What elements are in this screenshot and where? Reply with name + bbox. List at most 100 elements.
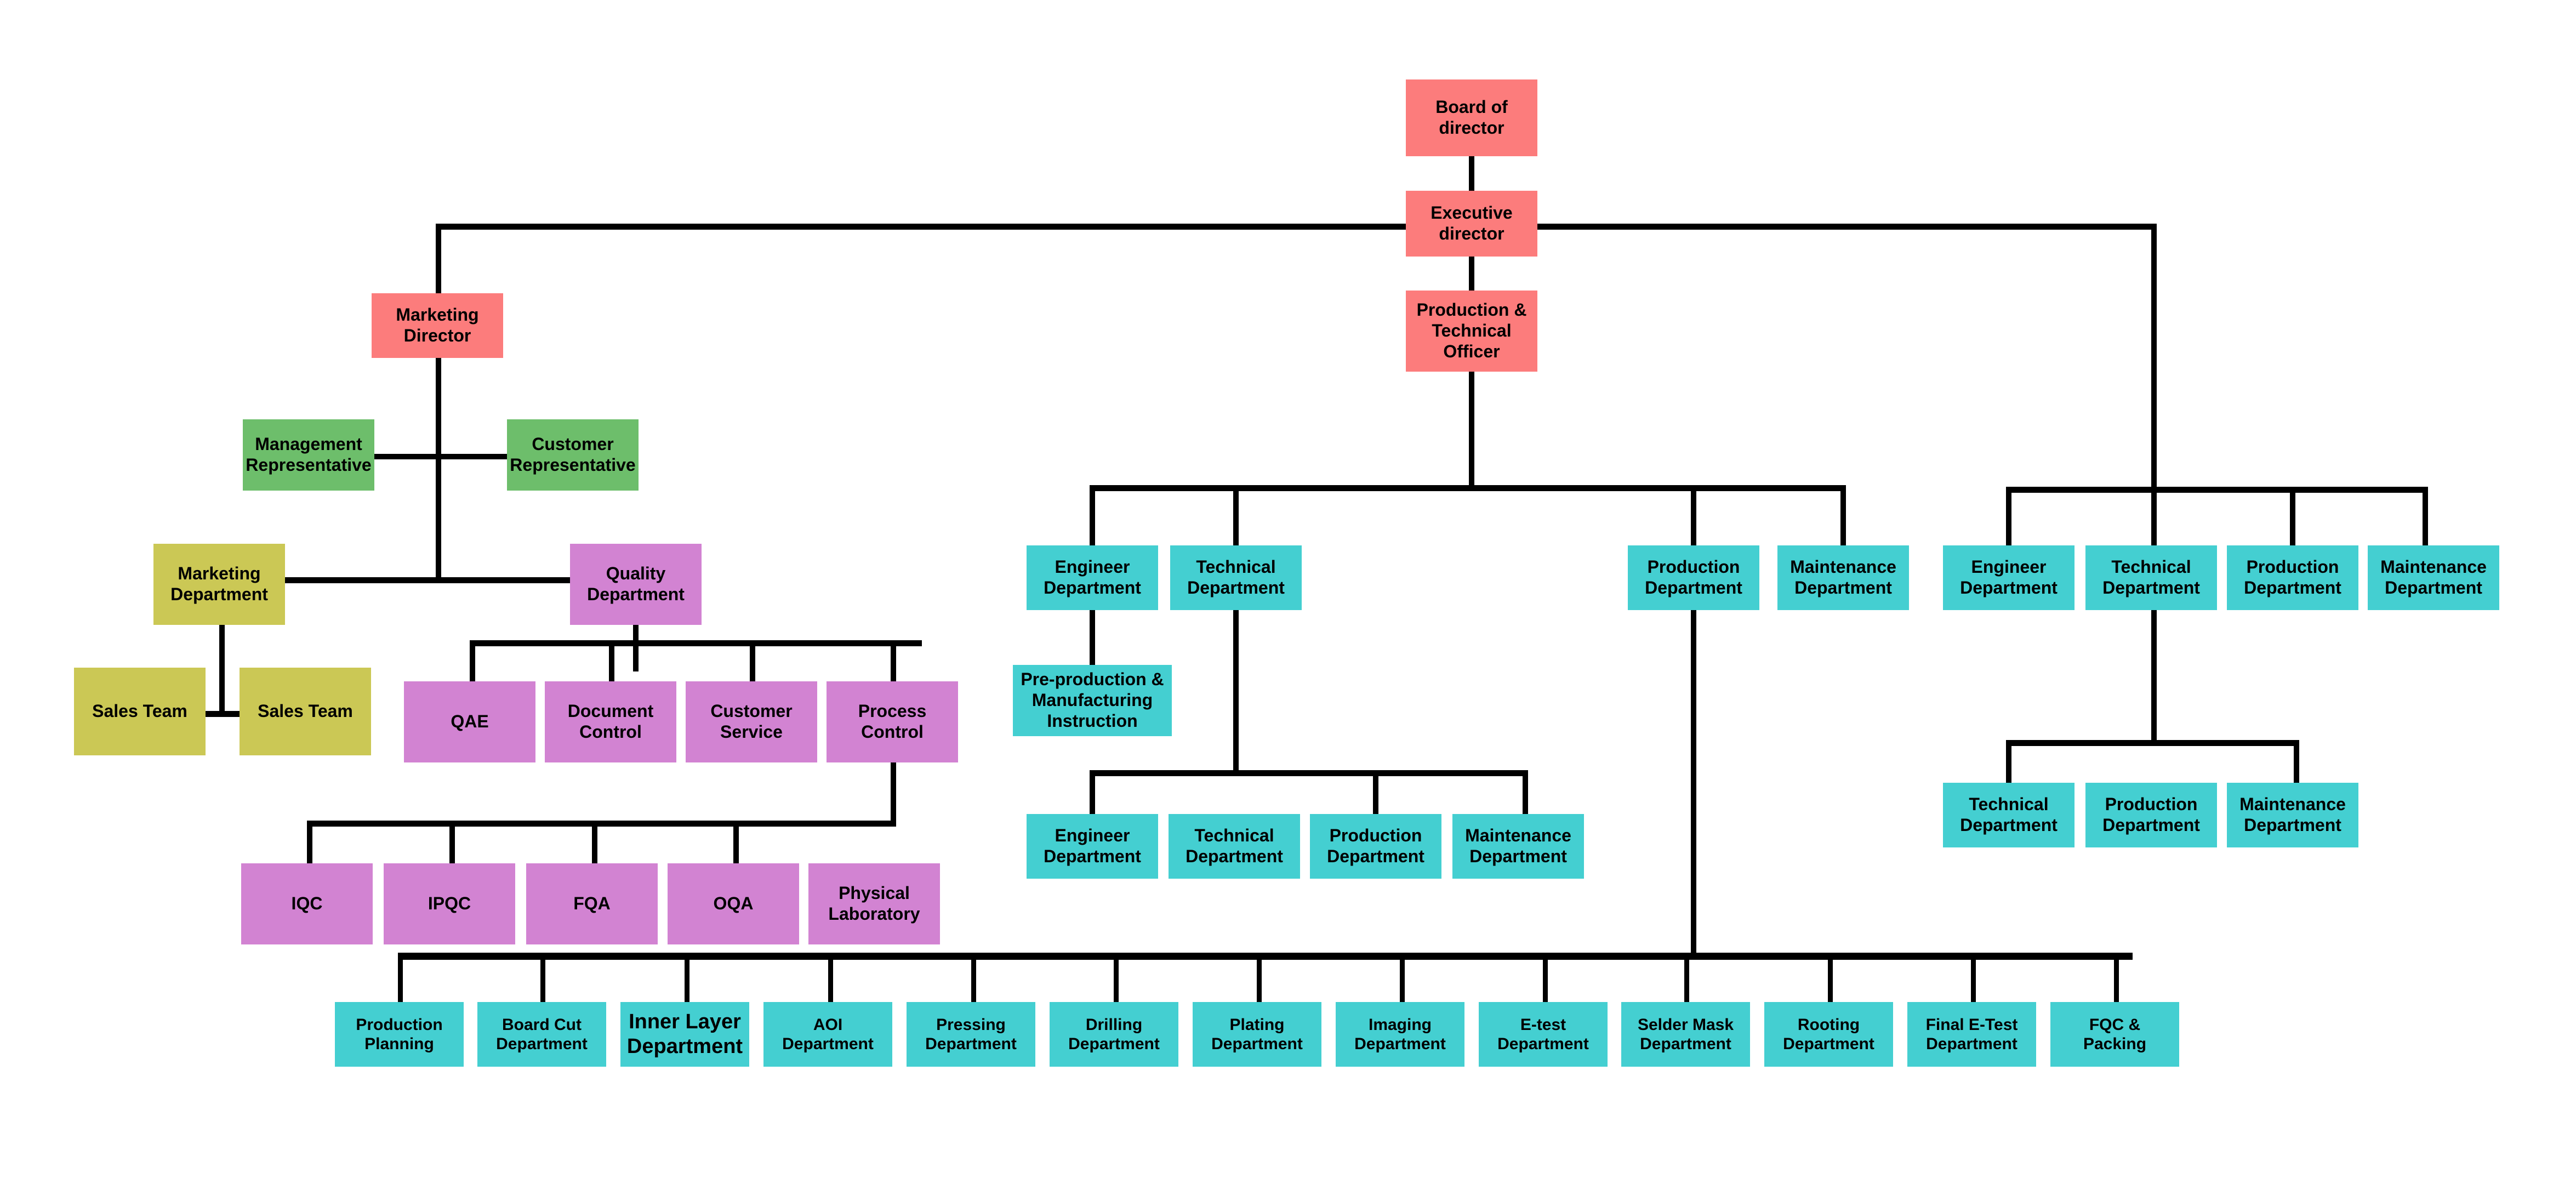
connector-drop-iqc (307, 821, 312, 864)
node-oqa[interactable]: OQA (668, 863, 799, 944)
node-label: OQA (713, 893, 754, 914)
node-sales-team-left[interactable]: Sales Team (74, 668, 206, 755)
node-final-etest-department[interactable]: Final E-Test Department (1907, 1002, 2036, 1067)
node-right-engineer-department[interactable]: Engineer Department (1943, 545, 2075, 610)
connector-drop-mid-sub-production (1373, 770, 1378, 814)
node-sales-team-right[interactable]: Sales Team (240, 668, 371, 755)
node-label: Maintenance Department (2380, 557, 2487, 597)
node-label: Board of director (1435, 97, 1508, 138)
node-label: Production Department (2244, 557, 2341, 597)
connector-executive-to-pto (1469, 255, 1474, 291)
connector-drop-imaging (1400, 953, 1405, 1003)
node-marketing-director[interactable]: Marketing Director (372, 293, 503, 358)
node-aoi-department[interactable]: AOI Department (763, 1002, 892, 1067)
org-chart-canvas: Board of director Executive director Pro… (0, 0, 2576, 1184)
node-label: Management Representative (246, 434, 372, 475)
node-customer-service[interactable]: Customer Service (686, 681, 817, 762)
node-mid-technical-department[interactable]: Technical Department (1170, 545, 1302, 610)
node-plating-department[interactable]: Plating Department (1193, 1002, 1321, 1067)
connector-pto-bus (1090, 485, 1846, 491)
node-label: Final E-Test Department (1925, 1015, 2018, 1053)
node-document-control[interactable]: Document Control (545, 681, 676, 762)
node-label: Executive director (1431, 203, 1513, 243)
node-right-sub-technical-department[interactable]: Technical Department (1943, 783, 2075, 847)
connector-drop-inner-layer (685, 953, 689, 1003)
connector-drop-right-engineer (2006, 487, 2011, 546)
node-pre-production-manufacturing-instruction[interactable]: Pre-production & Manufacturing Instructi… (1013, 665, 1172, 736)
connector-pto-down (1469, 370, 1474, 489)
node-imaging-department[interactable]: Imaging Department (1336, 1002, 1464, 1067)
node-rooting-department[interactable]: Rooting Department (1764, 1002, 1893, 1067)
node-label: Physical Laboratory (828, 883, 920, 924)
connector-drop-right-technical (2151, 487, 2157, 546)
node-fqa[interactable]: FQA (526, 863, 658, 944)
node-label: E-test Department (1497, 1015, 1589, 1053)
node-label: AOI Department (782, 1015, 874, 1053)
node-label: Engineer Department (1044, 826, 1141, 866)
node-board-cut-department[interactable]: Board Cut Department (477, 1002, 606, 1067)
connector-drop-right-sub-technical (2006, 740, 2011, 784)
connector-drop-right-sub-maintenance (2294, 740, 2299, 784)
connector-drop-board-cut (540, 953, 545, 1003)
node-mid-sub-technical-department[interactable]: Technical Department (1169, 814, 1300, 879)
node-physical-laboratory[interactable]: Physical Laboratory (808, 863, 940, 944)
node-drilling-department[interactable]: Drilling Department (1050, 1002, 1178, 1067)
node-label: Pressing Department (925, 1015, 1017, 1053)
node-label: Customer Representative (510, 434, 636, 475)
connector-drop-fqc-packing (2114, 953, 2119, 1003)
node-label: Marketing Director (396, 305, 479, 345)
connector-drop-right-production (2290, 487, 2295, 546)
node-label: Technical Department (1187, 557, 1285, 597)
node-quality-department[interactable]: Quality Department (570, 544, 702, 625)
node-iqc[interactable]: IQC (241, 863, 373, 944)
node-mid-sub-maintenance-department[interactable]: Maintenance Department (1452, 814, 1584, 879)
connector-drop-pressing (971, 953, 976, 1003)
node-right-sub-production-department[interactable]: Production Department (2085, 783, 2217, 847)
node-pressing-department[interactable]: Pressing Department (907, 1002, 1035, 1067)
node-qae[interactable]: QAE (404, 681, 535, 762)
node-executive-director[interactable]: Executive director (1406, 191, 1537, 257)
node-ipqc[interactable]: IPQC (384, 863, 515, 944)
connector-bottom-row-bus (398, 953, 2133, 960)
connector-drop-qae (470, 640, 475, 683)
node-right-production-department[interactable]: Production Department (2227, 545, 2358, 610)
connector-right-branch-bus (2006, 487, 2428, 493)
node-right-sub-maintenance-department[interactable]: Maintenance Department (2227, 783, 2358, 847)
node-customer-representative[interactable]: Customer Representative (507, 419, 639, 491)
node-label: Technical Department (2102, 557, 2200, 597)
node-label: Pre-production & Manufacturing Instructi… (1021, 669, 1164, 731)
node-marketing-department[interactable]: Marketing Department (153, 544, 285, 625)
node-etest-department[interactable]: E-test Department (1479, 1002, 1608, 1067)
connector-marketing-dept-down (219, 625, 225, 715)
node-selder-mask-department[interactable]: Selder Mask Department (1621, 1002, 1750, 1067)
node-right-maintenance-department[interactable]: Maintenance Department (2368, 545, 2499, 610)
connector-right-sub-bus (2006, 740, 2299, 746)
node-label: Quality Department (587, 563, 685, 604)
connector-drop-ipqc (449, 821, 455, 864)
connector-drop-production-planning (398, 953, 403, 1003)
connector-drop-etest (1543, 953, 1548, 1003)
node-management-representative[interactable]: Management Representative (243, 419, 374, 491)
node-mid-sub-production-department[interactable]: Production Department (1310, 814, 1441, 879)
node-center-production-department[interactable]: Production Department (1628, 545, 1759, 610)
node-production-planning[interactable]: Production Planning (335, 1002, 464, 1067)
node-label: IQC (291, 893, 323, 914)
node-label: QAE (451, 711, 489, 732)
node-mid-sub-engineer-department[interactable]: Engineer Department (1027, 814, 1158, 879)
node-label: Document Control (567, 701, 654, 742)
node-mid-engineer-department[interactable]: Engineer Department (1027, 545, 1158, 610)
connector-drop-mid-technical (1233, 485, 1239, 545)
connector-quality-dept-down (633, 625, 639, 671)
node-fqc-packing[interactable]: FQC & Packing (2050, 1002, 2179, 1067)
connector-drop-selder-mask (1684, 953, 1689, 1003)
connector-board-to-executive (1469, 156, 1474, 192)
node-right-technical-department[interactable]: Technical Department (2085, 545, 2217, 610)
connector-customer-rep-arm (436, 454, 507, 459)
node-center-maintenance-department[interactable]: Maintenance Department (1777, 545, 1909, 610)
connector-drop-process-control (891, 640, 896, 683)
node-process-control[interactable]: Process Control (827, 681, 958, 762)
connector-management-rep-arm (374, 454, 441, 459)
node-board-of-director[interactable]: Board of director (1406, 79, 1537, 156)
node-inner-layer-department[interactable]: Inner Layer Department (620, 1002, 749, 1067)
node-production-technical-officer[interactable]: Production & Technical Officer (1406, 291, 1537, 372)
